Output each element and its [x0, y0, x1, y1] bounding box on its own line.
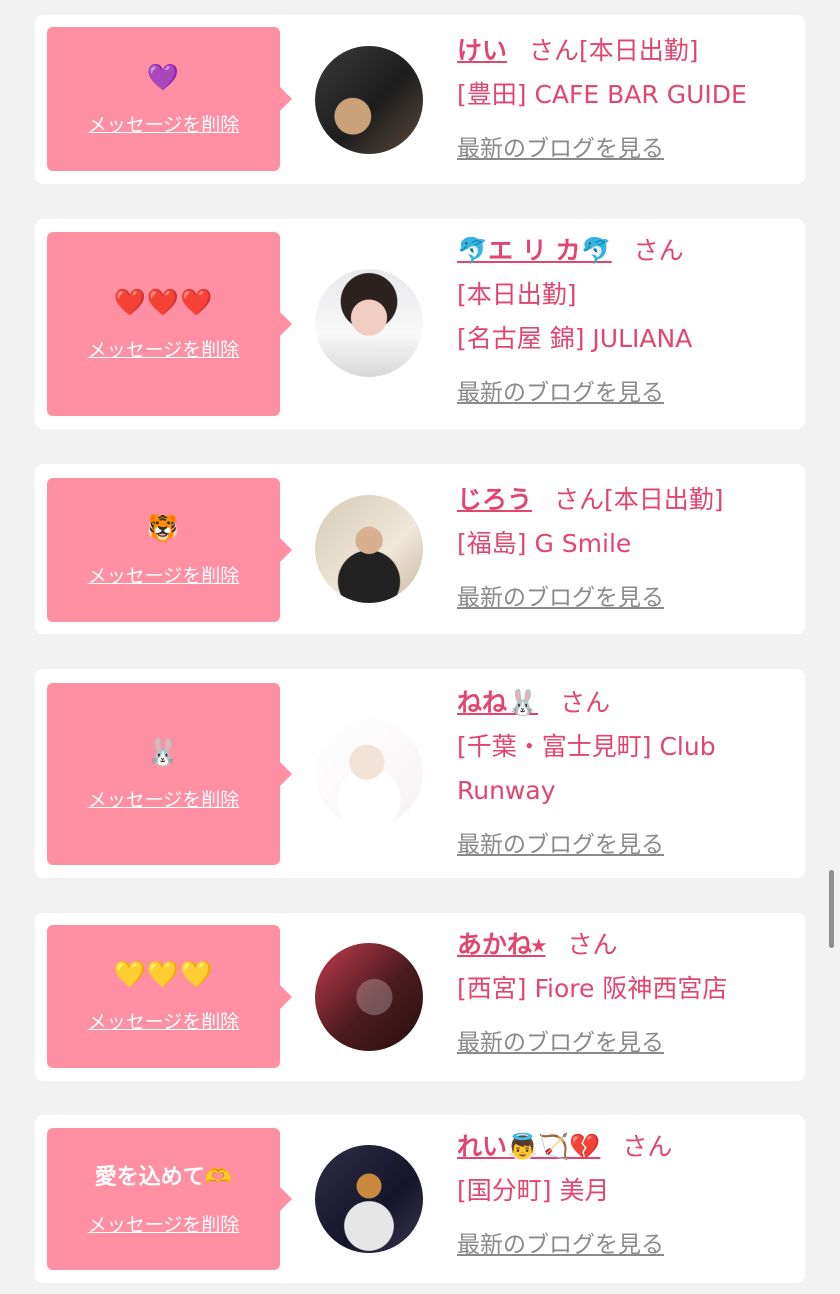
- message-bubble: 愛を込めて🫶 メッセージを削除: [47, 1128, 292, 1270]
- avatar[interactable]: [315, 46, 423, 154]
- cast-card: 🐯 メッセージを削除 じろう さん[本日出勤] [福島] G Smile 最新のブ…: [35, 464, 805, 634]
- message-bubble: 🐯 メッセージを削除: [47, 478, 292, 622]
- avatar[interactable]: [315, 269, 423, 377]
- cast-info: けい さん[本日出勤] [豊田] CAFE BAR GUIDE 最新のブログを見る: [457, 29, 785, 169]
- latest-blog-link[interactable]: 最新のブログを見る: [457, 578, 664, 618]
- message-text: ❤️❤️❤️: [113, 287, 214, 318]
- shop-name: [名古屋 錦] JULIANA: [457, 324, 693, 353]
- honorific: さん: [560, 688, 611, 717]
- message-text: 🐯: [146, 513, 181, 544]
- message-bubble: ❤️❤️❤️ メッセージを削除: [47, 232, 292, 416]
- cast-name-link[interactable]: れい👼🏹💔: [457, 1132, 600, 1161]
- shop-name: [西宮] Fiore 阪神西宮店: [457, 974, 728, 1003]
- delete-message-link[interactable]: メッセージを削除: [88, 785, 240, 812]
- avatar[interactable]: [315, 1145, 423, 1253]
- cast-card: ❤️❤️❤️ メッセージを削除 🐬エ リ カ🐬 さん [本日出勤] [名古屋 錦]…: [35, 219, 805, 429]
- honorific: さん: [567, 930, 618, 959]
- honorific: さん: [633, 236, 684, 265]
- cast-info: 🐬エ リ カ🐬 さん [本日出勤] [名古屋 錦] JULIANA 最新のブログを…: [457, 229, 785, 413]
- message-text: 💛💛💛: [113, 960, 214, 990]
- honorific: さん: [529, 36, 580, 65]
- cast-card: 💜 メッセージを削除 けい さん[本日出勤] [豊田] CAFE BAR GUID…: [35, 15, 805, 184]
- latest-blog-link[interactable]: 最新のブログを見る: [457, 1225, 664, 1265]
- status-label: [本日出勤]: [457, 280, 577, 309]
- shop-name: [福島] G Smile: [457, 529, 632, 558]
- shop-name: [国分町] 美月: [457, 1176, 610, 1205]
- delete-message-link[interactable]: メッセージを削除: [88, 1210, 240, 1237]
- message-text: 愛を込めて🫶: [94, 1164, 233, 1190]
- latest-blog-link[interactable]: 最新のブログを見る: [457, 1023, 664, 1063]
- honorific: さん: [554, 485, 605, 514]
- message-text: 🐰: [146, 737, 181, 768]
- status-label: [本日出勤]: [604, 485, 724, 514]
- cast-info: じろう さん[本日出勤] [福島] G Smile 最新のブログを見る: [457, 478, 785, 618]
- message-bubble: 💜 メッセージを削除: [47, 27, 292, 171]
- message-bubble: 💛💛💛 メッセージを削除: [47, 925, 292, 1068]
- avatar[interactable]: [315, 495, 423, 603]
- latest-blog-link[interactable]: 最新のブログを見る: [457, 129, 664, 169]
- shop-name: [豊田] CAFE BAR GUIDE: [457, 80, 747, 109]
- cast-name-link[interactable]: 🐬エ リ カ🐬: [457, 236, 612, 265]
- shop-name-continued: Runway: [457, 776, 556, 805]
- delete-message-link[interactable]: メッセージを削除: [88, 561, 240, 588]
- scrollbar[interactable]: [829, 870, 834, 948]
- latest-blog-link[interactable]: 最新のブログを見る: [457, 373, 664, 413]
- delete-message-link[interactable]: メッセージを削除: [88, 110, 240, 137]
- honorific: さん: [622, 1132, 673, 1161]
- avatar[interactable]: [315, 943, 423, 1051]
- cast-info: ねね🐰 さん [千葉・富士見町] Club Runway 最新のブログを見る: [457, 681, 785, 865]
- cast-card: 愛を込めて🫶 メッセージを削除 れい👼🏹💔 さん [国分町] 美月 最新のブログを…: [35, 1115, 805, 1283]
- delete-message-link[interactable]: メッセージを削除: [88, 1007, 240, 1034]
- cast-card: 💛💛💛 メッセージを削除 あかね⭑ さん [西宮] Fiore 阪神西宮店 最新の…: [35, 913, 805, 1081]
- latest-blog-link[interactable]: 最新のブログを見る: [457, 825, 664, 865]
- shop-name: [千葉・富士見町] Club: [457, 732, 716, 761]
- cast-name-link[interactable]: けい: [457, 36, 507, 65]
- message-text: 💜: [146, 62, 181, 93]
- cast-card: 🐰 メッセージを削除 ねね🐰 さん [千葉・富士見町] Club Runway 最…: [35, 669, 805, 878]
- cast-info: あかね⭑ さん [西宮] Fiore 阪神西宮店 最新のブログを見る: [457, 923, 785, 1063]
- cast-name-link[interactable]: あかね⭑: [457, 930, 546, 959]
- status-label: [本日出勤]: [579, 36, 699, 65]
- cast-name-link[interactable]: じろう: [457, 485, 532, 514]
- message-bubble: 🐰 メッセージを削除: [47, 683, 292, 865]
- avatar[interactable]: [315, 719, 423, 827]
- cast-name-link[interactable]: ねね🐰: [457, 688, 538, 717]
- favorite-cast-list: 💜 メッセージを削除 けい さん[本日出勤] [豊田] CAFE BAR GUID…: [0, 0, 840, 1294]
- cast-info: れい👼🏹💔 さん [国分町] 美月 最新のブログを見る: [457, 1125, 785, 1265]
- delete-message-link[interactable]: メッセージを削除: [88, 335, 240, 362]
